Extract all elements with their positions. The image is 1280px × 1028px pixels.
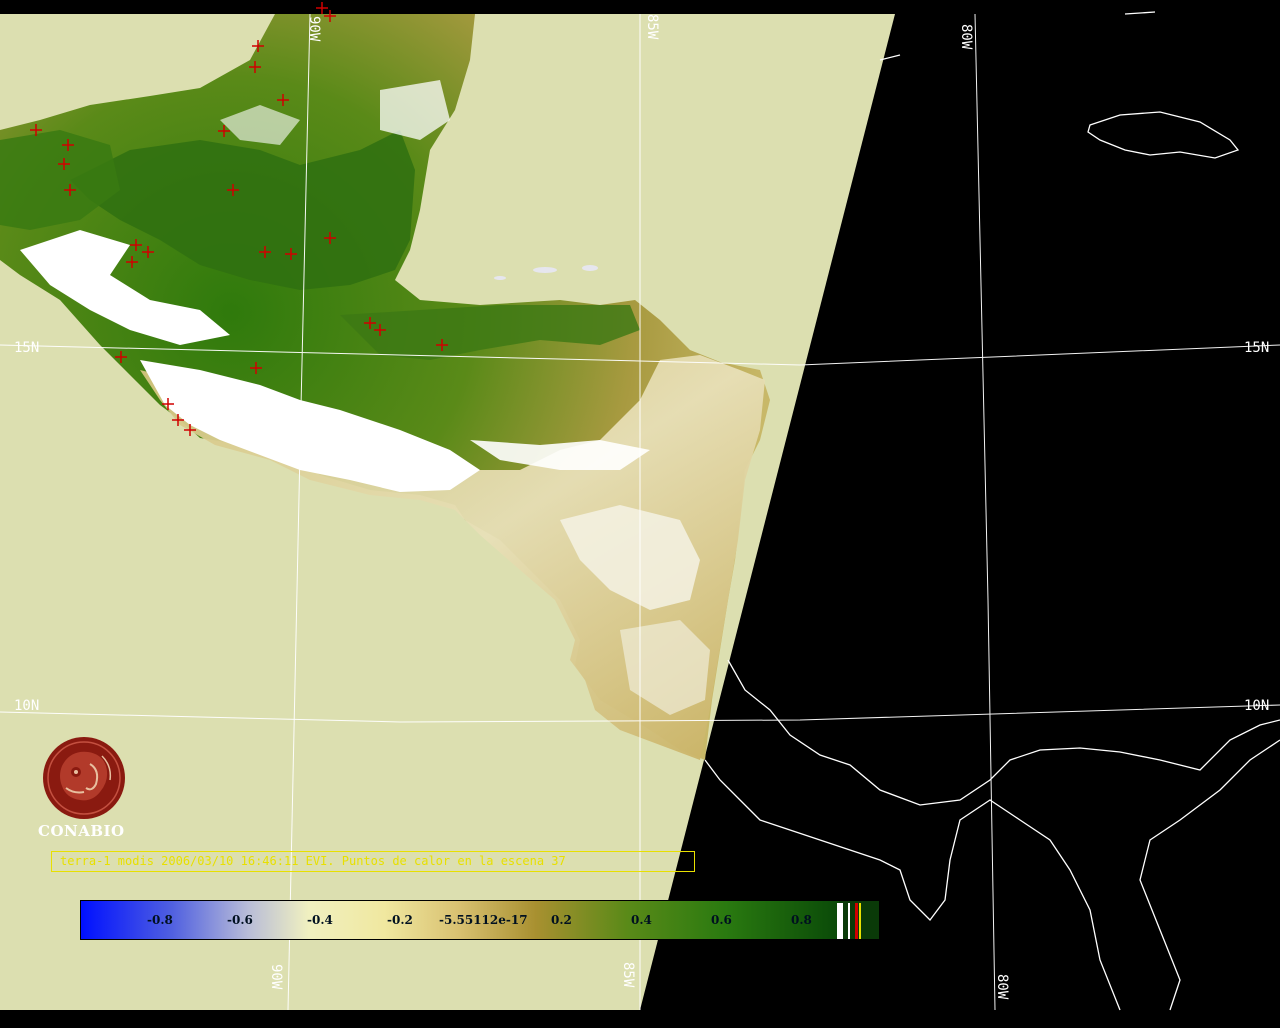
colorbar-swatch-outside	[848, 903, 850, 939]
island	[494, 276, 506, 280]
colorbar-tick-label: -0.6	[227, 913, 253, 927]
graticule-label-80w-bottom: 80W	[994, 974, 1010, 1000]
colorbar-tick-label: -5.55112e-17	[439, 913, 528, 927]
colorbar-tick-label: 0.8	[791, 913, 812, 927]
island	[582, 265, 598, 271]
graticule-label-90w-bottom: 90W	[268, 964, 284, 990]
logo-text: CONABIO	[38, 822, 125, 840]
graticule-label-15n-left: 15N	[14, 340, 40, 356]
graticule-label-15n-right: 15N	[1244, 340, 1270, 356]
caption-box: terra-1 modis 2006/03/10 16:46:11 EVI. P…	[51, 851, 695, 872]
caption-text: terra-1 modis 2006/03/10 16:46:11 EVI. P…	[60, 854, 566, 868]
graticule-label-85w-top: 85W	[644, 14, 660, 40]
colorbar-tick-label: 0.6	[711, 913, 732, 927]
colorbar-tick-label: 0.4	[631, 913, 652, 927]
island	[533, 267, 557, 273]
colorbar-tick-label: -0.2	[387, 913, 413, 927]
evi-colorbar: -0.8 -0.6 -0.4 -0.2 -5.55112e-17 0.2 0.4 0.6 0.8	[80, 900, 880, 940]
graticule-label-80w-top: 80W	[958, 24, 974, 50]
graticule-label-90w-top: 90W	[306, 16, 322, 42]
map-viewport: 15N 15N 10N 10N 90W 85W 80W 90W 85W 80W …	[0, 0, 1280, 1024]
graticule-label-85w-bottom: 85W	[620, 962, 636, 988]
colorbar-swatch-hotspot	[855, 903, 858, 939]
colorbar-tick-label: 0.2	[551, 913, 572, 927]
graticule-label-10n-left: 10N	[14, 698, 40, 714]
colorbar-swatch-hotspot-yellow	[859, 903, 861, 939]
colorbar-tick-label: -0.4	[307, 913, 333, 927]
colorbar-swatch-cloud	[837, 903, 843, 939]
colorbar-tick-label: -0.8	[147, 913, 173, 927]
graticule-label-10n-right: 10N	[1244, 698, 1270, 714]
